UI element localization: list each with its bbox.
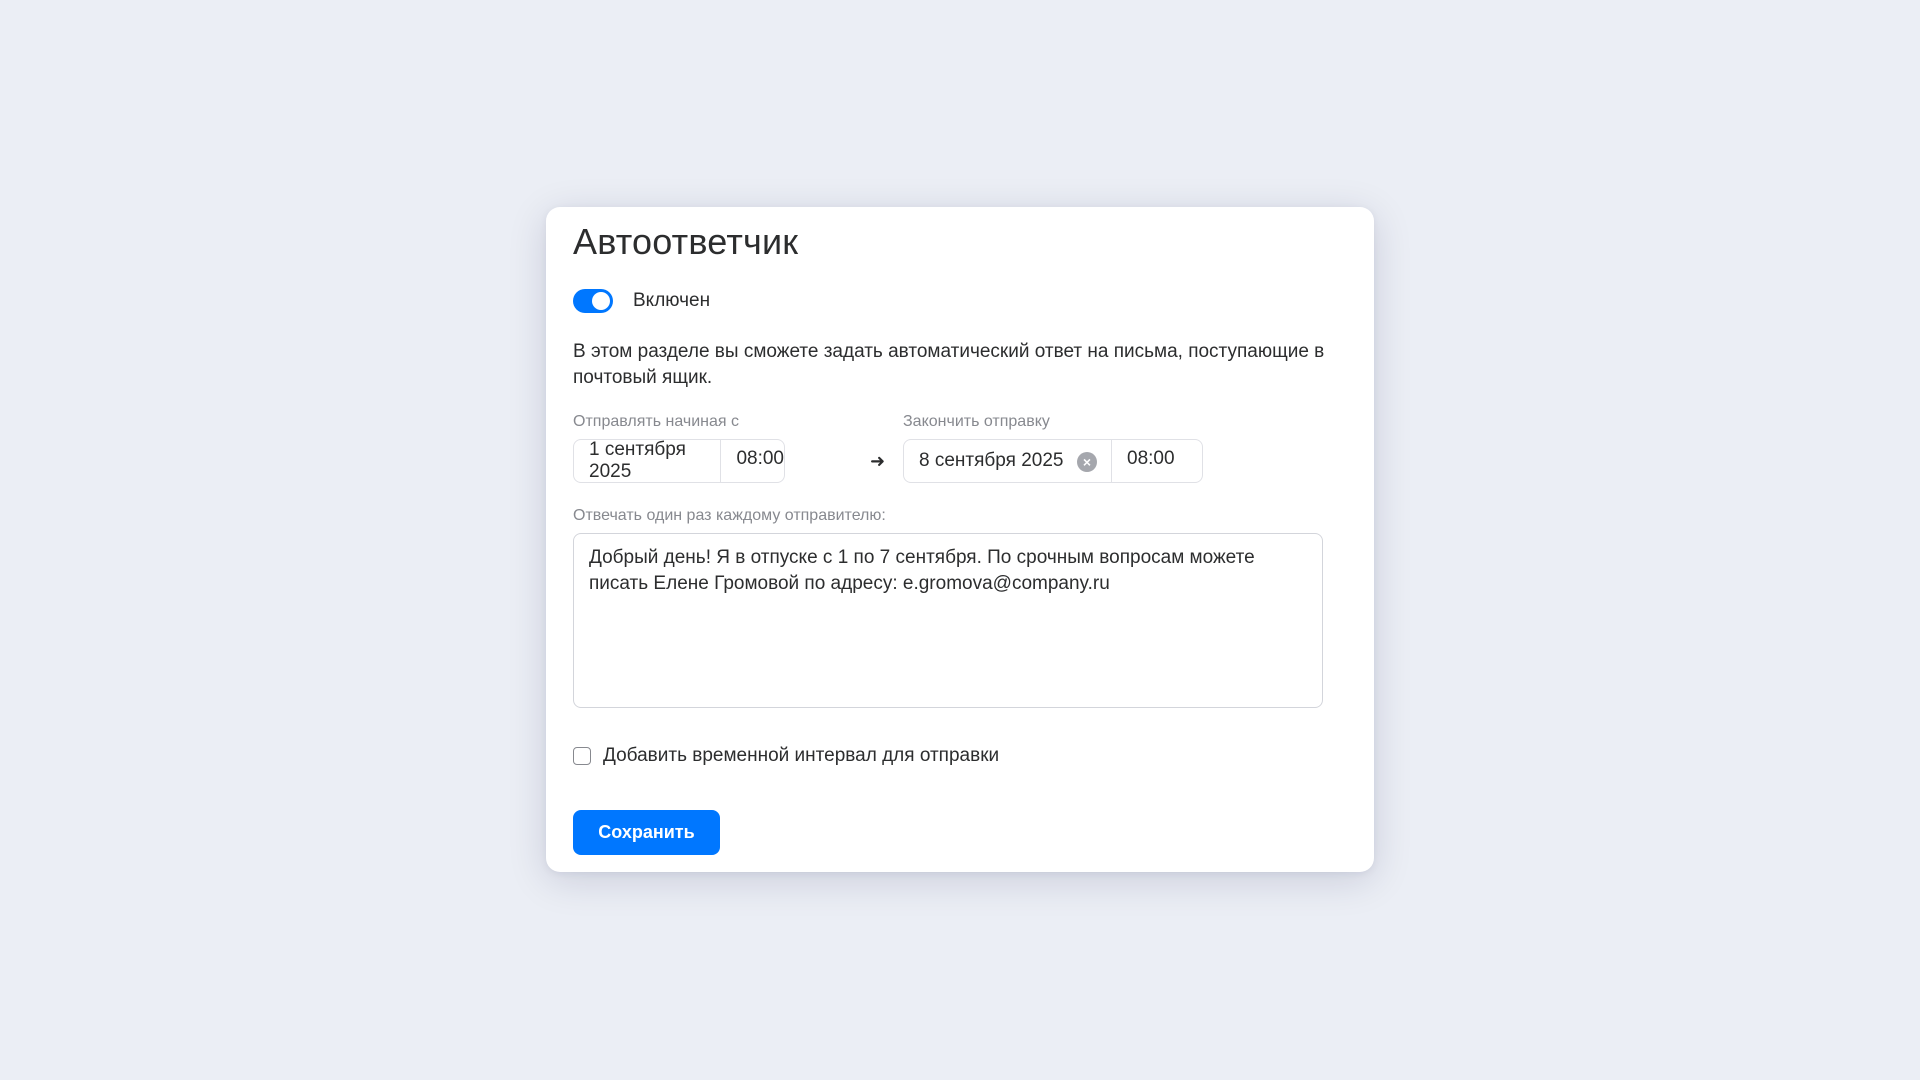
enable-toggle[interactable]: [573, 289, 613, 313]
start-label: Отправлять начиная с: [573, 413, 739, 430]
start-datetime-field: 1 сентября 2025 08:00: [573, 439, 785, 483]
save-button[interactable]: Сохранить: [573, 810, 720, 855]
description-text: В этом разделе вы сможете задать автомат…: [573, 341, 1325, 388]
autoresponder-dialog: Автоответчик Включен В этом разделе вы с…: [546, 207, 1374, 872]
arrow-right-icon: ➜: [870, 451, 886, 471]
end-datetime-field: 8 сентября 2025 × 08:00: [903, 439, 1203, 483]
toggle-label: Включен: [633, 290, 711, 311]
end-label: Закончить отправку: [903, 413, 1050, 430]
end-time-input[interactable]: 08:00: [1112, 440, 1202, 482]
reply-label: Отвечать один раз каждому отправителю:: [573, 507, 886, 524]
interval-checkbox-label[interactable]: Добавить временной интервал для отправки: [603, 745, 999, 767]
dialog-title: Автоответчик: [573, 221, 799, 262]
start-time-input[interactable]: 08:00: [721, 440, 784, 482]
start-date-input[interactable]: 1 сентября 2025: [574, 439, 722, 482]
enable-toggle-row: Включен: [573, 289, 710, 313]
reply-message-textarea[interactable]: Добрый день! Я в отпуске с 1 по 7 сентяб…: [573, 533, 1323, 708]
toggle-knob: [592, 292, 610, 310]
interval-checkbox[interactable]: [573, 747, 591, 765]
interval-checkbox-row[interactable]: Добавить временной интервал для отправки: [573, 745, 999, 767]
end-date-input[interactable]: 8 сентября 2025 ×: [904, 440, 1112, 482]
clear-icon[interactable]: ×: [1077, 452, 1097, 472]
end-date-value: 8 сентября 2025: [919, 450, 1064, 471]
